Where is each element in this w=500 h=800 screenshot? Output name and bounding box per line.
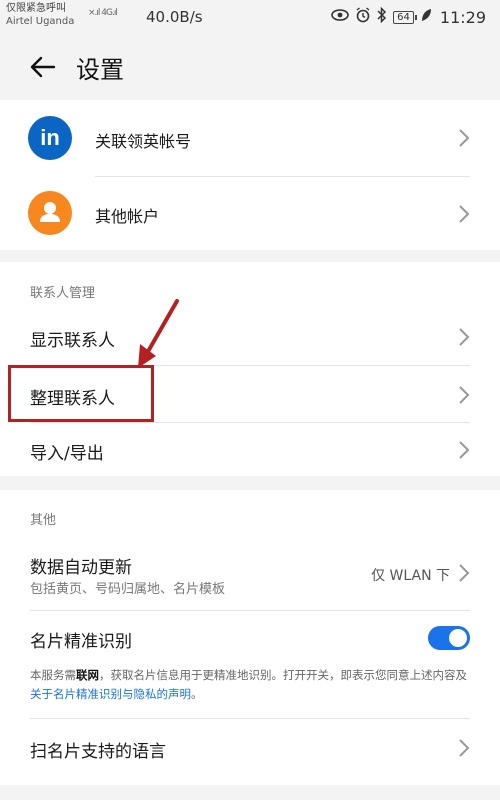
battery-icon: 64 [393,10,417,24]
app-header: 设置 [0,36,500,100]
auto-update-subtext: 包括黄页、号码归属地、名片模板 [30,582,226,597]
carrier-info: 仅限紧急呼叫 Airtel Uganda [6,2,74,28]
highlight-box [8,365,154,422]
auto-update-label: 数据自动更新 [30,558,132,578]
import-export-row[interactable]: 导入/导出 [0,423,500,476]
person-avatar-icon [28,191,72,235]
status-bar: 仅限紧急呼叫 Airtel Uganda ×.ıl 4G.ıl 40.0B/s … [0,0,500,36]
toggle-knob [449,629,467,647]
privacy-statement-link[interactable]: 关于名片精准识别与隐私的声明 [30,687,191,701]
other-accounts-row[interactable]: 其他帐户 [0,177,500,250]
card-recognition-notice: 本服务需联网，获取名片信息用于更精准地识别。打开开关，即表示您同意上述内容及关于… [30,666,475,704]
notice-bold: 联网 [76,668,99,682]
chevron-right-icon [458,440,470,460]
accounts-card: in 关联领英帐号 其他帐户 [0,100,500,250]
chevron-right-icon [458,128,470,148]
bluetooth-icon [377,6,387,27]
signal-icon: ×.ıl 4G.ıl [88,8,118,18]
back-button[interactable] [28,52,58,82]
chevron-right-icon [458,327,470,347]
back-arrow-icon [30,56,56,78]
card-recognition-label: 名片精准识别 [30,632,132,652]
import-export-label: 导入/导出 [30,444,104,464]
carrier-name: Airtel Uganda [6,16,75,27]
section-header-other: 其他 [30,513,57,528]
languages-row[interactable]: 扫名片支持的语言 [0,719,500,779]
card-recognition-row: 名片精准识别 [0,611,500,652]
display-contacts-label: 显示联系人 [30,331,115,351]
alarm-icon [355,7,371,27]
page-title: 设置 [76,56,124,84]
linkedin-account-label: 关联领英帐号 [95,132,192,151]
notice-middle: ，获取名片信息用于更精准地识别。打开开关，即表示您同意上述内容及 [99,668,467,682]
status-icons: 64 11:29 [331,6,486,27]
other-settings-card: 其他 数据自动更新 包括黄页、号码归属地、名片模板 仅 WLAN 下 名片精准识… [0,490,500,785]
chevron-right-icon [458,738,470,758]
display-contacts-row[interactable]: 显示联系人 [0,309,500,365]
other-accounts-label: 其他帐户 [95,207,160,226]
chevron-right-icon [458,563,470,583]
chevron-right-icon [458,385,470,405]
auto-update-value: 仅 WLAN 下 [371,568,450,584]
auto-update-row[interactable]: 数据自动更新 包括黄页、号码归属地、名片模板 仅 WLAN 下 [0,538,500,610]
annotation-arrow-icon [138,299,179,368]
card-recognition-toggle[interactable] [428,626,470,650]
linkedin-account-row[interactable]: in 关联领英帐号 [0,100,500,176]
chevron-right-icon [458,204,470,224]
eye-icon [331,8,349,26]
carrier-emergency: 仅限紧急呼叫 [6,3,66,14]
leaf-icon [420,8,432,26]
clock-time: 11:29 [439,7,486,27]
languages-label: 扫名片支持的语言 [30,742,166,762]
linkedin-logo-icon: in [28,116,72,160]
notice-prefix: 本服务需 [30,668,76,682]
section-header-contacts: 联系人管理 [30,286,96,301]
notice-suffix: 。 [191,687,203,701]
network-speed: 40.0B/s [146,8,203,26]
